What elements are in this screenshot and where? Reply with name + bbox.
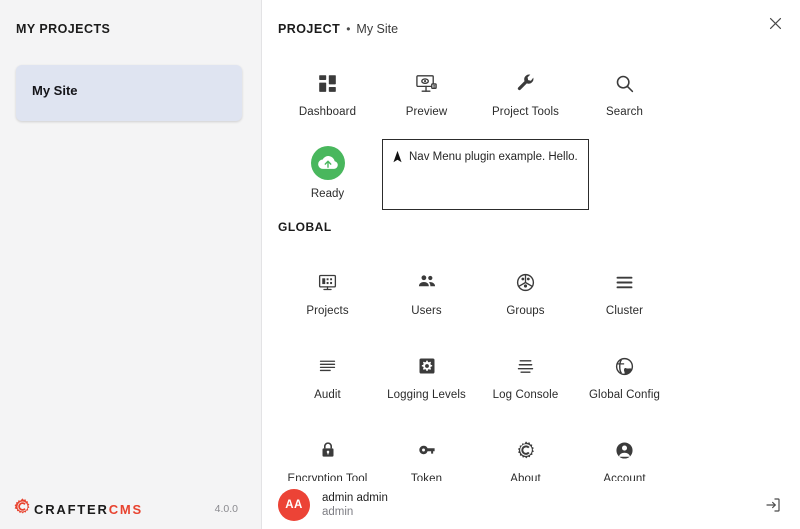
user-bar: AA admin admin admin: [262, 481, 800, 529]
publishing-status-tile[interactable]: Ready: [278, 146, 377, 200]
tile-project-tools[interactable]: Project Tools: [476, 66, 575, 119]
crafter-cms-logo: CRAFTERCMS: [14, 498, 143, 520]
breadcrumb: PROJECT • My Site: [278, 22, 398, 36]
projects-monitor-icon: [317, 267, 338, 297]
gear-logo-icon: [14, 498, 31, 520]
tile-label: Project Tools: [492, 106, 559, 118]
tile-label: Global Config: [589, 389, 660, 401]
user-meta: admin admin admin: [322, 491, 388, 519]
user-username: admin: [322, 506, 354, 518]
version-label: 4.0.0: [214, 503, 238, 515]
nav-menu-plugin-widget[interactable]: Nav Menu plugin example. Hello.: [382, 139, 589, 210]
status-badge: Ready: [310, 188, 345, 200]
search-icon: [614, 68, 635, 98]
tile-audit[interactable]: Audit: [278, 349, 377, 402]
tile-label: Groups: [506, 305, 545, 317]
tile-projects[interactable]: Projects: [278, 265, 377, 318]
users-group-icon: [416, 267, 438, 297]
logout-icon: [766, 498, 780, 512]
dashboard-grid-icon: [317, 68, 338, 98]
tile-label: Dashboard: [298, 106, 357, 118]
tile-label: Audit: [314, 389, 341, 401]
sidebar-item-my-site[interactable]: My Site: [16, 65, 242, 121]
logging-gear-box-icon: [417, 351, 437, 381]
brand-name-secondary: CMS: [108, 501, 144, 517]
tile-label: Search: [605, 106, 644, 118]
tile-users[interactable]: Users: [377, 265, 476, 318]
project-card-label: My Site: [32, 83, 78, 98]
brand-name-primary: CRAFTER: [34, 501, 109, 517]
global-tools-grid-row-2: Audit Logging Levels Log Console Global …: [262, 349, 800, 402]
close-icon: [769, 17, 781, 29]
sidebar: MY PROJECTS My Site CRAFTERCMS 4.0.0: [0, 0, 262, 529]
groups-circle-icon: [515, 267, 536, 297]
key-icon: [416, 435, 438, 465]
breadcrumb-separator: •: [346, 22, 351, 36]
tile-groups[interactable]: Groups: [476, 265, 575, 318]
tile-dashboard[interactable]: Dashboard: [278, 66, 377, 119]
breadcrumb-label: PROJECT: [278, 22, 341, 36]
global-tools-grid-row-1: Projects Users Groups Cluster: [262, 265, 800, 318]
globe-icon: [614, 351, 635, 381]
lock-icon: [318, 435, 338, 465]
tile-global-config[interactable]: Global Config: [575, 349, 674, 402]
audit-lines-icon: [317, 351, 338, 381]
tile-log-console[interactable]: Log Console: [476, 349, 575, 402]
cluster-lines-icon: [614, 267, 635, 297]
preview-monitor-eye-icon: [415, 68, 438, 98]
tile-label: Logging Levels: [387, 389, 466, 401]
tile-label: Users: [411, 305, 442, 317]
account-person-icon: [614, 435, 635, 465]
crafter-cms-launcher: MY PROJECTS My Site CRAFTERCMS 4.0.0 PRO…: [0, 0, 800, 529]
user-display-name: admin admin: [322, 492, 388, 504]
tile-label: Log Console: [492, 389, 559, 401]
plugin-message: Nav Menu plugin example. Hello.: [409, 151, 578, 163]
tile-search[interactable]: Search: [575, 66, 674, 119]
tile-preview[interactable]: Preview: [377, 66, 476, 119]
sidebar-heading: MY PROJECTS: [16, 22, 111, 36]
main-panel: PROJECT • My Site Dashboard Preview Proj…: [262, 0, 800, 529]
navigation-arrow-icon: [391, 149, 404, 169]
breadcrumb-site-name: My Site: [356, 22, 399, 36]
logout-button[interactable]: [758, 490, 788, 520]
global-section-heading: GLOBAL: [278, 220, 332, 234]
tile-label: Projects: [306, 305, 349, 317]
project-tools-grid: Dashboard Preview Project Tools Search: [262, 66, 800, 119]
close-button[interactable]: [758, 6, 792, 40]
wrench-icon: [515, 68, 536, 98]
tile-label: Preview: [405, 106, 448, 118]
sidebar-footer: CRAFTERCMS 4.0.0: [0, 489, 262, 529]
tile-logging-levels[interactable]: Logging Levels: [377, 349, 476, 402]
tile-cluster[interactable]: Cluster: [575, 265, 674, 318]
about-gear-c-icon: [516, 435, 536, 465]
log-console-lines-icon: [515, 351, 536, 381]
tile-label: Cluster: [605, 305, 644, 317]
cloud-upload-icon: [310, 146, 345, 180]
avatar[interactable]: AA: [278, 489, 310, 521]
